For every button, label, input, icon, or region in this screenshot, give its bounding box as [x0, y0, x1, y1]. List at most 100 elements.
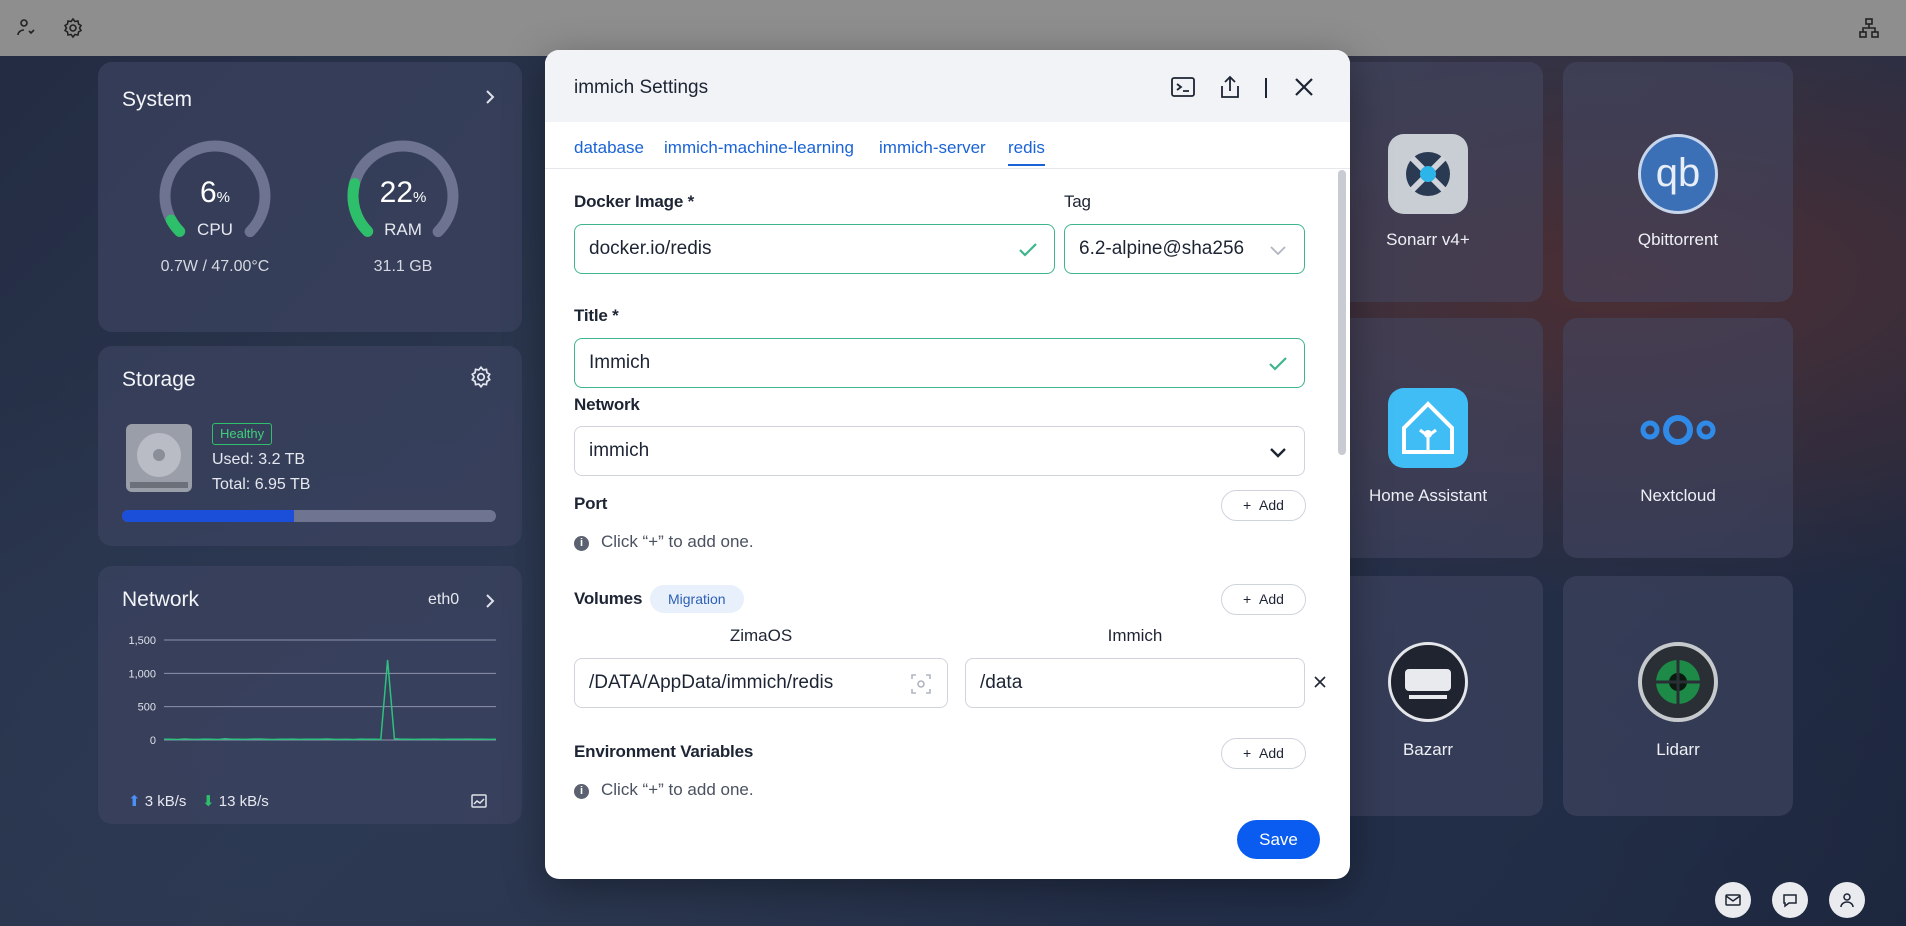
lidarr-icon — [1638, 642, 1718, 722]
check-icon — [1269, 357, 1287, 371]
info-icon: i — [574, 784, 589, 799]
storage-bar — [122, 510, 496, 522]
add-port-button[interactable]: + Add — [1221, 490, 1306, 521]
ram-value: 22% — [379, 176, 427, 209]
chat-button[interactable] — [1772, 882, 1808, 918]
tab-immich-machine-learning[interactable]: immich-machine-learning — [664, 138, 854, 158]
terminal-icon[interactable] — [1170, 74, 1196, 100]
title-label: Title * — [574, 306, 619, 325]
qbittorrent-icon: qb — [1638, 134, 1718, 214]
gear-icon[interactable] — [61, 16, 85, 40]
top-bar — [0, 0, 1906, 56]
storage-used: Used: 3.2 TB — [212, 451, 306, 468]
tag-label: Tag — [1064, 192, 1091, 211]
scrollbar[interactable] — [1338, 170, 1346, 455]
download-rate: ⬇ 13 kB/s — [202, 793, 269, 810]
container-path-input[interactable]: /data — [965, 658, 1305, 708]
upload-rate: ⬆ 3 kB/s — [128, 793, 187, 810]
cpu-gauge: 6% CPU — [155, 136, 275, 256]
user-icon — [1840, 893, 1854, 908]
sitemap-icon[interactable] — [1857, 16, 1881, 40]
title-input[interactable]: Immich — [574, 338, 1305, 388]
cpu-power-temp: 0.7W / 47.00°C — [160, 258, 270, 275]
app-tile-nextcloud[interactable]: Nextcloud — [1563, 318, 1793, 558]
host-path-input[interactable]: /DATA/AppData/immich/redis — [574, 658, 948, 708]
system-title: System — [122, 88, 193, 111]
container-column-header: Immich — [1107, 626, 1163, 645]
mail-button[interactable] — [1715, 882, 1751, 918]
folder-scan-icon[interactable] — [909, 672, 933, 696]
modal-header: immich Settings — [545, 50, 1350, 122]
sonarr-icon — [1388, 134, 1468, 214]
docker-image-input[interactable]: docker.io/redis — [574, 224, 1055, 274]
hard-drive-icon — [126, 424, 192, 492]
app-label: Nextcloud — [1640, 486, 1716, 505]
network-select[interactable]: immich — [574, 426, 1305, 476]
migration-badge[interactable]: Migration — [650, 585, 744, 613]
network-widget: Network eth0 1,500 1,000 500 0 ⬆ 3 kB/s ⬇ 1… — [98, 566, 522, 824]
chevron-down-icon — [1270, 246, 1286, 256]
add-env-button[interactable]: + Add — [1221, 738, 1306, 769]
port-label: Port — [574, 494, 608, 513]
chart-icon[interactable] — [470, 792, 488, 810]
remove-volume-icon[interactable] — [1313, 675, 1327, 689]
tab-immich-server[interactable]: immich-server — [879, 138, 986, 158]
storage-total: Total: 6.95 TB — [212, 476, 311, 493]
chart-tick-label: 0 — [150, 735, 156, 747]
network-chart: 1,500 1,000 500 0 — [128, 635, 497, 747]
storage-bar-fill — [122, 510, 295, 522]
storage-widget: Storage Healthy Used: 3.2 TB Total: 6.95… — [98, 346, 522, 546]
chart-tick-label: 1,500 — [128, 635, 156, 647]
app-label: Lidarr — [1656, 740, 1700, 759]
modal-title: immich Settings — [574, 77, 709, 98]
chevron-right-icon[interactable] — [482, 593, 498, 609]
cpu-value: 6% — [199, 176, 231, 209]
chat-icon — [1783, 894, 1797, 908]
arrow-down-icon: ⬇ — [202, 793, 215, 810]
network-title: Network — [122, 588, 200, 611]
chart-series-line — [163, 659, 497, 741]
ram-label: RAM — [384, 220, 422, 239]
status-badge: Healthy — [212, 423, 273, 445]
settings-modal: immich Settings database immich-machine-… — [545, 50, 1350, 879]
chart-tick-label: 1,000 — [128, 668, 156, 680]
check-icon — [1019, 243, 1037, 257]
app-tile-qbittorrent[interactable]: qb Qbittorrent — [1563, 62, 1793, 302]
env-hint: i Click “+” to add one. — [574, 780, 754, 800]
network-interface[interactable]: eth0 — [428, 591, 459, 609]
share-icon[interactable] — [1217, 74, 1243, 100]
user-network-icon[interactable] — [14, 16, 38, 40]
home-assistant-icon — [1388, 388, 1468, 468]
tab-database[interactable]: database — [574, 138, 644, 158]
nextcloud-icon — [1640, 415, 1716, 445]
gear-icon[interactable] — [468, 364, 494, 390]
close-icon[interactable] — [1291, 74, 1317, 100]
chevron-down-icon — [1270, 448, 1286, 458]
docker-image-label: Docker Image * — [574, 192, 695, 211]
bazarr-icon — [1388, 642, 1468, 722]
network-label: Network — [574, 395, 640, 414]
tab-redis[interactable]: redis — [1008, 138, 1045, 166]
ram-size: 31.1 GB — [373, 258, 433, 275]
tag-select[interactable]: 6.2-alpine@sha256 — [1064, 224, 1305, 274]
chevron-right-icon[interactable] — [482, 89, 498, 105]
account-button[interactable] — [1829, 882, 1865, 918]
port-hint: i Click “+” to add one. — [574, 532, 754, 552]
system-widget: System 6% CPU 0.7W / 47.00°C 22% RAM 31.… — [98, 62, 522, 332]
mail-icon — [1725, 894, 1741, 906]
env-vars-label: Environment Variables — [574, 742, 754, 761]
volumes-label: Volumes — [574, 589, 643, 608]
cpu-label: CPU — [197, 220, 233, 239]
save-button[interactable]: Save — [1237, 820, 1320, 859]
chart-tick-label: 500 — [138, 702, 156, 714]
tabs-divider — [545, 168, 1350, 169]
ram-gauge: 22% RAM — [343, 136, 463, 256]
arrow-up-icon: ⬆ — [128, 793, 141, 810]
app-tile-lidarr[interactable]: Lidarr — [1563, 576, 1793, 816]
app-label: Qbittorrent — [1637, 230, 1719, 249]
info-icon: i — [574, 536, 589, 551]
add-volume-button[interactable]: + Add — [1221, 584, 1306, 615]
storage-title: Storage — [122, 368, 196, 391]
host-column-header: ZimaOS — [729, 626, 793, 645]
header-divider — [1265, 78, 1267, 98]
